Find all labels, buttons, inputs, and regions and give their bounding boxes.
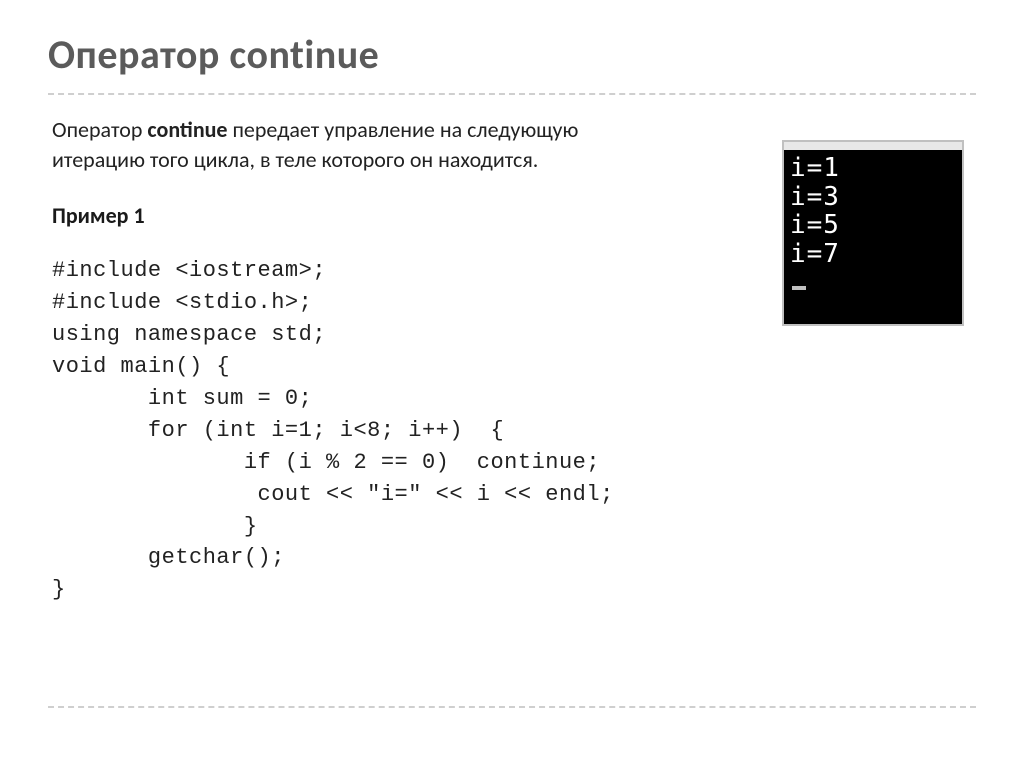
console-output-window: i=1 i=3 i=5 i=7 [782,140,964,326]
code-line: #include <stdio.h>; [52,290,312,315]
code-line: } [52,577,66,602]
console-line: i=1 [790,154,956,183]
console-cursor [792,286,806,290]
console-body: i=1 i=3 i=5 i=7 [784,150,962,324]
code-line: int sum = 0; [52,386,312,411]
code-line: #include <iostream>; [52,258,326,283]
slide-title: Оператор continue [48,30,976,79]
divider-top [48,93,976,95]
paragraph-prefix: Оператор [52,116,147,143]
slide: Оператор continue Оператор continue пере… [0,0,1024,768]
divider-bottom [48,706,976,708]
console-line: i=7 [790,240,956,269]
code-line: } [52,514,258,539]
code-line: if (i % 2 == 0) continue; [52,450,600,475]
console-titlebar [784,142,962,150]
code-line: for (int i=1; i<8; i++) { [52,418,504,443]
description-paragraph: Оператор continue передает управление на… [52,115,672,174]
code-line: using namespace std; [52,322,326,347]
code-line: cout << "i=" << i << endl; [52,482,614,507]
console-line: i=3 [790,183,956,212]
code-line: getchar(); [52,545,285,570]
code-line: void main() { [52,354,230,379]
console-line: i=5 [790,211,956,240]
paragraph-bold: continue [147,116,227,143]
